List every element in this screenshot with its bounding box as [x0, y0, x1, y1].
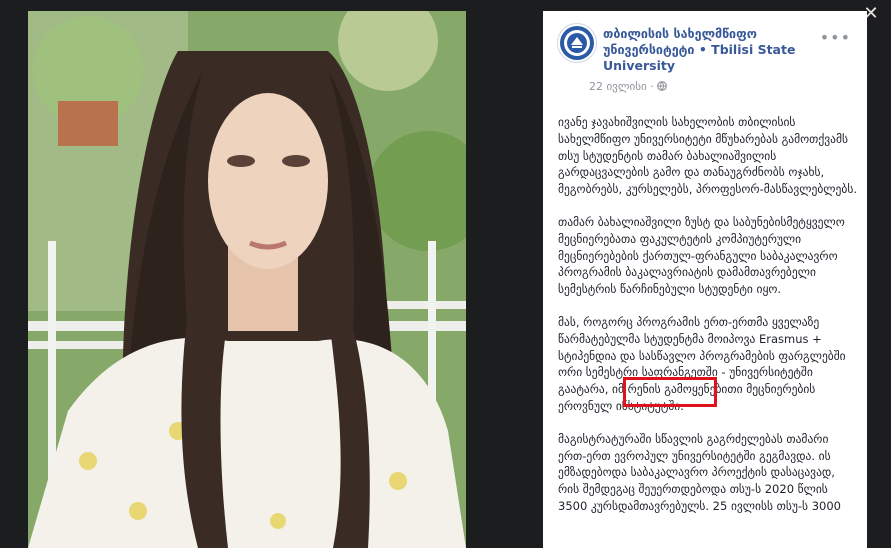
page-avatar[interactable]: [557, 23, 597, 63]
post-meta: 22 ივლისი ·: [589, 80, 668, 93]
post-text: ივანე ჯავახიშვილის სახელობის თბილისის სა…: [558, 114, 858, 531]
page-name-link[interactable]: თბილისის სახელმწიფო უნივერსიტეტი • Tbili…: [603, 26, 815, 74]
post-paragraph: ივანე ჯავახიშვილის სახელობის თბილისის სა…: [558, 115, 858, 197]
post-date[interactable]: 22 ივლისი: [589, 80, 647, 93]
post-paragraph: თამარ ბახალიაშვილი ზუსტ და საბუნებისმეტყ…: [558, 214, 845, 297]
post-paragraph: მას, როგორც პროგრამის ერთ-ერთმა ყველაზე …: [558, 314, 846, 413]
globe-icon: [657, 80, 668, 93]
university-logo-icon: [560, 26, 594, 60]
more-icon[interactable]: •••: [820, 30, 851, 46]
post-paragraph: მაგისტრატურაში სწავლის გაგრძელებას თამარ…: [558, 431, 841, 513]
post-panel: თბილისის სახელმწიფო უნივერსიტეტი • Tbili…: [543, 11, 867, 548]
name-separator: •: [698, 42, 707, 57]
photo-image: [28, 11, 466, 548]
meta-separator: ·: [650, 80, 654, 93]
post-photo[interactable]: [28, 11, 466, 548]
